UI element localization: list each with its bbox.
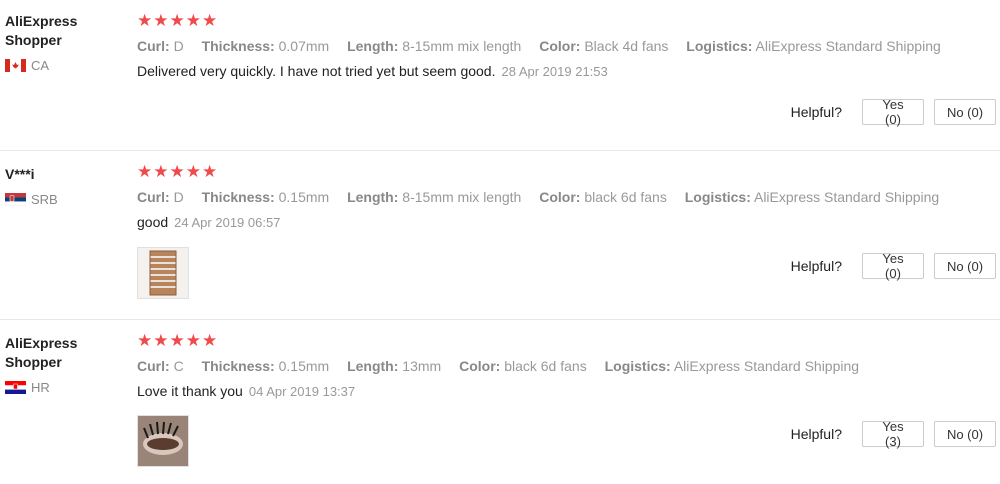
helpful-label: Helpful? (790, 104, 842, 120)
canada-flag-icon (5, 59, 26, 72)
review-photo-thumbnail[interactable] (137, 415, 189, 467)
review-body: ★★★★★ Curl: D Thickness: 0.07mm Length: … (137, 11, 997, 80)
review-date: 24 Apr 2019 06:57 (174, 215, 281, 230)
lash-tray-photo-icon (138, 248, 188, 298)
helpful-label: Helpful? (790, 258, 842, 274)
serbia-flag-icon (5, 193, 26, 206)
review-text: Delivered very quickly. I have not tried… (137, 63, 496, 79)
country-code: SRB (31, 192, 58, 207)
eye-lash-photo-icon (138, 416, 188, 466)
attr-thickness: Thickness: 0.07mm (201, 38, 330, 54)
review-body: ★★★★★ Curl: D Thickness: 0.15mm Length: … (137, 162, 997, 231)
helpful-no-button[interactable]: No (0) (934, 99, 996, 125)
attr-curl: Curl: C (137, 358, 184, 374)
star-rating: ★★★★★ (137, 331, 219, 350)
review-text: good (137, 214, 169, 230)
product-attributes: Curl: D Thickness: 0.15mm Length: 8-15mm… (137, 189, 997, 205)
helpful-yes-button[interactable]: Yes (0) (862, 251, 924, 281)
review-text-line: Delivered very quickly. I have not tried… (137, 63, 997, 79)
attr-color: Color: black 6d fans (539, 189, 667, 205)
reviewer-info: AliExpress Shopper HR (5, 334, 125, 395)
reviewer-country: SRB (5, 192, 125, 207)
attr-color: Color: black 6d fans (459, 358, 587, 374)
helpful-controls: Helpful? Yes (3) No (0) (790, 419, 996, 449)
helpful-no-button[interactable]: No (0) (934, 421, 996, 447)
attr-length: Length: 8-15mm mix length (347, 189, 522, 205)
review-date: 28 Apr 2019 21:53 (501, 64, 608, 79)
helpful-label: Helpful? (790, 426, 842, 442)
helpful-yes-button[interactable]: Yes (3) (862, 419, 924, 449)
review-text-line: good 24 Apr 2019 06:57 (137, 214, 997, 230)
reviewer-country: HR (5, 380, 125, 395)
helpful-yes-button[interactable]: Yes (0) (862, 97, 924, 127)
reviewer-info: V***i SRB (5, 165, 125, 207)
attr-length: Length: 13mm (347, 358, 442, 374)
product-attributes: Curl: C Thickness: 0.15mm Length: 13mm C… (137, 358, 997, 374)
helpful-controls: Helpful? Yes (0) No (0) (790, 97, 996, 127)
country-code: CA (31, 58, 50, 73)
review-item: AliExpress Shopper HR ★★★★★ Curl: C Thic… (0, 320, 1000, 484)
attr-logistics: Logistics: AliExpress Standard Shipping (684, 189, 940, 205)
attr-length: Length: 8-15mm mix length (347, 38, 522, 54)
review-text: Love it thank you (137, 383, 243, 399)
star-rating: ★★★★★ (137, 11, 219, 30)
attr-color: Color: Black 4d fans (539, 38, 669, 54)
country-code: HR (31, 380, 50, 395)
attr-curl: Curl: D (137, 189, 184, 205)
review-photo-thumbnail[interactable] (137, 247, 189, 299)
reviewer-name: AliExpress Shopper (5, 335, 78, 370)
reviewer-info: AliExpress Shopper CA (5, 12, 125, 73)
reviewer-name: V***i (5, 166, 35, 182)
review-text-line: Love it thank you 04 Apr 2019 13:37 (137, 383, 997, 399)
reviewer-country: CA (5, 58, 125, 73)
reviewer-name: AliExpress Shopper (5, 13, 78, 48)
review-date: 04 Apr 2019 13:37 (248, 384, 356, 399)
review-body: ★★★★★ Curl: C Thickness: 0.15mm Length: … (137, 331, 997, 400)
product-attributes: Curl: D Thickness: 0.07mm Length: 8-15mm… (137, 38, 997, 54)
review-item: V***i SRB ★★★★★ Curl: D Thickness: 0.15m… (0, 151, 1000, 320)
attr-logistics: Logistics: AliExpress Standard Shipping (686, 38, 941, 54)
helpful-no-button[interactable]: No (0) (934, 253, 996, 279)
helpful-controls: Helpful? Yes (0) No (0) (790, 251, 996, 281)
attr-logistics: Logistics: AliExpress Standard Shipping (604, 358, 860, 374)
croatia-flag-icon (5, 381, 26, 394)
attr-curl: Curl: D (137, 38, 184, 54)
attr-thickness: Thickness: 0.15mm (201, 189, 330, 205)
star-rating: ★★★★★ (137, 162, 219, 181)
attr-thickness: Thickness: 0.15mm (201, 358, 330, 374)
review-item: AliExpress Shopper CA ★★★★★ Curl: D Thic… (0, 0, 1000, 151)
